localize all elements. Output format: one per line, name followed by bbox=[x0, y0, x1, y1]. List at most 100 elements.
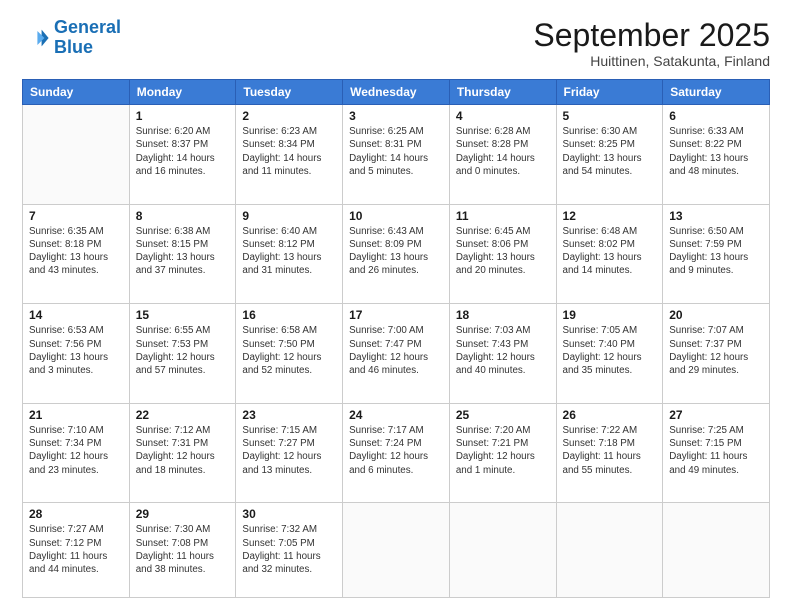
weekday-friday: Friday bbox=[556, 80, 663, 105]
calendar-cell: 5 Sunrise: 6:30 AM Sunset: 8:25 PM Daylig… bbox=[556, 105, 663, 205]
calendar-cell: 6Sunrise: 6:33 AM Sunset: 8:22 PM Daylig… bbox=[663, 105, 770, 205]
day-info: Sunrise: 7:07 AM Sunset: 7:37 PM Dayligh… bbox=[669, 324, 763, 377]
day-number: 5 bbox=[563, 109, 657, 123]
day-number: 26 bbox=[563, 408, 657, 422]
calendar-cell: 23 Sunrise: 7:15 AM Sunset: 7:27 PM Dayli… bbox=[236, 403, 343, 503]
day-number: 27 bbox=[669, 408, 763, 422]
day-number: 12 bbox=[563, 209, 657, 223]
calendar-cell: 15 Sunrise: 6:55 AM Sunset: 7:53 PM Dayli… bbox=[129, 304, 236, 404]
calendar-cell: 10Sunrise: 6:43 AM Sunset: 8:09 PM Dayli… bbox=[343, 204, 450, 304]
day-info: Sunrise: 7:00 AM Sunset: 7:47 PM Dayligh… bbox=[349, 324, 443, 377]
calendar-cell bbox=[556, 503, 663, 598]
weekday-monday: Monday bbox=[129, 80, 236, 105]
weekday-wednesday: Wednesday bbox=[343, 80, 450, 105]
day-number: 9 bbox=[242, 209, 336, 223]
header: General Blue September 2025 Huittinen, S… bbox=[22, 18, 770, 69]
day-info: Sunrise: 7:17 AM Sunset: 7:24 PM Dayligh… bbox=[349, 424, 443, 477]
calendar-cell: 2 Sunrise: 6:23 AM Sunset: 8:34 PM Daylig… bbox=[236, 105, 343, 205]
day-number: 18 bbox=[456, 308, 550, 322]
calendar-title: September 2025 bbox=[533, 18, 770, 53]
page: General Blue September 2025 Huittinen, S… bbox=[0, 0, 792, 612]
calendar-cell: 18 Sunrise: 7:03 AM Sunset: 7:43 PM Dayli… bbox=[449, 304, 556, 404]
day-number: 22 bbox=[136, 408, 230, 422]
day-info: Sunrise: 7:27 AM Sunset: 7:12 PM Dayligh… bbox=[29, 523, 123, 576]
logo-line1: General bbox=[54, 17, 121, 37]
calendar-cell: 1Sunrise: 6:20 AM Sunset: 8:37 PM Daylig… bbox=[129, 105, 236, 205]
logo-line2: Blue bbox=[54, 37, 93, 57]
calendar-cell: 16 Sunrise: 6:58 AM Sunset: 7:50 PM Dayli… bbox=[236, 304, 343, 404]
calendar-cell: 7Sunrise: 6:35 AM Sunset: 8:18 PM Daylig… bbox=[23, 204, 130, 304]
day-info: Sunrise: 6:23 AM Sunset: 8:34 PM Dayligh… bbox=[242, 125, 336, 178]
day-number: 14 bbox=[29, 308, 123, 322]
day-info: Sunrise: 7:30 AM Sunset: 7:08 PM Dayligh… bbox=[136, 523, 230, 576]
day-number: 7 bbox=[29, 209, 123, 223]
calendar-cell bbox=[23, 105, 130, 205]
calendar-cell: 28 Sunrise: 7:27 AM Sunset: 7:12 PM Dayli… bbox=[23, 503, 130, 598]
day-number: 30 bbox=[242, 507, 336, 521]
calendar-cell: 17Sunrise: 7:00 AM Sunset: 7:47 PM Dayli… bbox=[343, 304, 450, 404]
calendar-cell: 30 Sunrise: 7:32 AM Sunset: 7:05 PM Dayli… bbox=[236, 503, 343, 598]
day-info: Sunrise: 6:25 AM Sunset: 8:31 PM Dayligh… bbox=[349, 125, 443, 178]
calendar-cell: 27 Sunrise: 7:25 AM Sunset: 7:15 PM Dayli… bbox=[663, 403, 770, 503]
day-info: Sunrise: 6:28 AM Sunset: 8:28 PM Dayligh… bbox=[456, 125, 550, 178]
day-info: Sunrise: 6:53 AM Sunset: 7:56 PM Dayligh… bbox=[29, 324, 123, 377]
day-info: Sunrise: 7:12 AM Sunset: 7:31 PM Dayligh… bbox=[136, 424, 230, 477]
day-number: 29 bbox=[136, 507, 230, 521]
day-info: Sunrise: 6:55 AM Sunset: 7:53 PM Dayligh… bbox=[136, 324, 230, 377]
day-number: 16 bbox=[242, 308, 336, 322]
calendar-cell: 21 Sunrise: 7:10 AM Sunset: 7:34 PM Dayli… bbox=[23, 403, 130, 503]
day-info: Sunrise: 6:45 AM Sunset: 8:06 PM Dayligh… bbox=[456, 225, 550, 278]
calendar-cell: 24Sunrise: 7:17 AM Sunset: 7:24 PM Dayli… bbox=[343, 403, 450, 503]
day-number: 21 bbox=[29, 408, 123, 422]
day-number: 4 bbox=[456, 109, 550, 123]
day-number: 23 bbox=[242, 408, 336, 422]
day-number: 11 bbox=[456, 209, 550, 223]
calendar-cell: 19 Sunrise: 7:05 AM Sunset: 7:40 PM Dayli… bbox=[556, 304, 663, 404]
weekday-saturday: Saturday bbox=[663, 80, 770, 105]
day-info: Sunrise: 7:25 AM Sunset: 7:15 PM Dayligh… bbox=[669, 424, 763, 477]
logo-text: General Blue bbox=[54, 18, 121, 58]
day-info: Sunrise: 6:30 AM Sunset: 8:25 PM Dayligh… bbox=[563, 125, 657, 178]
day-info: Sunrise: 7:22 AM Sunset: 7:18 PM Dayligh… bbox=[563, 424, 657, 477]
calendar-cell: 20 Sunrise: 7:07 AM Sunset: 7:37 PM Dayli… bbox=[663, 304, 770, 404]
day-info: Sunrise: 6:48 AM Sunset: 8:02 PM Dayligh… bbox=[563, 225, 657, 278]
weekday-sunday: Sunday bbox=[23, 80, 130, 105]
day-info: Sunrise: 6:40 AM Sunset: 8:12 PM Dayligh… bbox=[242, 225, 336, 278]
logo: General Blue bbox=[22, 18, 121, 58]
day-info: Sunrise: 7:15 AM Sunset: 7:27 PM Dayligh… bbox=[242, 424, 336, 477]
logo-icon bbox=[22, 24, 50, 52]
calendar-cell bbox=[663, 503, 770, 598]
day-number: 1 bbox=[136, 109, 230, 123]
day-info: Sunrise: 7:20 AM Sunset: 7:21 PM Dayligh… bbox=[456, 424, 550, 477]
calendar-week-1: 1Sunrise: 6:20 AM Sunset: 8:37 PM Daylig… bbox=[23, 105, 770, 205]
calendar-cell: 4 Sunrise: 6:28 AM Sunset: 8:28 PM Daylig… bbox=[449, 105, 556, 205]
weekday-thursday: Thursday bbox=[449, 80, 556, 105]
day-number: 28 bbox=[29, 507, 123, 521]
day-info: Sunrise: 6:58 AM Sunset: 7:50 PM Dayligh… bbox=[242, 324, 336, 377]
day-info: Sunrise: 6:50 AM Sunset: 7:59 PM Dayligh… bbox=[669, 225, 763, 278]
calendar-cell: 29 Sunrise: 7:30 AM Sunset: 7:08 PM Dayli… bbox=[129, 503, 236, 598]
day-info: Sunrise: 6:38 AM Sunset: 8:15 PM Dayligh… bbox=[136, 225, 230, 278]
day-number: 15 bbox=[136, 308, 230, 322]
day-info: Sunrise: 7:03 AM Sunset: 7:43 PM Dayligh… bbox=[456, 324, 550, 377]
calendar-week-5: 28 Sunrise: 7:27 AM Sunset: 7:12 PM Dayli… bbox=[23, 503, 770, 598]
day-number: 3 bbox=[349, 109, 443, 123]
calendar-cell: 3 Sunrise: 6:25 AM Sunset: 8:31 PM Daylig… bbox=[343, 105, 450, 205]
calendar-cell: 26 Sunrise: 7:22 AM Sunset: 7:18 PM Dayli… bbox=[556, 403, 663, 503]
day-info: Sunrise: 7:10 AM Sunset: 7:34 PM Dayligh… bbox=[29, 424, 123, 477]
day-number: 6 bbox=[669, 109, 763, 123]
day-number: 2 bbox=[242, 109, 336, 123]
calendar-cell: 12 Sunrise: 6:48 AM Sunset: 8:02 PM Dayli… bbox=[556, 204, 663, 304]
day-number: 19 bbox=[563, 308, 657, 322]
day-number: 20 bbox=[669, 308, 763, 322]
calendar-cell: 22 Sunrise: 7:12 AM Sunset: 7:31 PM Dayli… bbox=[129, 403, 236, 503]
calendar-cell: 9 Sunrise: 6:40 AM Sunset: 8:12 PM Daylig… bbox=[236, 204, 343, 304]
day-info: Sunrise: 7:32 AM Sunset: 7:05 PM Dayligh… bbox=[242, 523, 336, 576]
day-number: 13 bbox=[669, 209, 763, 223]
day-info: Sunrise: 6:43 AM Sunset: 8:09 PM Dayligh… bbox=[349, 225, 443, 278]
calendar-week-4: 21 Sunrise: 7:10 AM Sunset: 7:34 PM Dayli… bbox=[23, 403, 770, 503]
title-block: September 2025 Huittinen, Satakunta, Fin… bbox=[533, 18, 770, 69]
calendar-cell bbox=[449, 503, 556, 598]
day-info: Sunrise: 7:05 AM Sunset: 7:40 PM Dayligh… bbox=[563, 324, 657, 377]
calendar-cell: 14 Sunrise: 6:53 AM Sunset: 7:56 PM Dayli… bbox=[23, 304, 130, 404]
